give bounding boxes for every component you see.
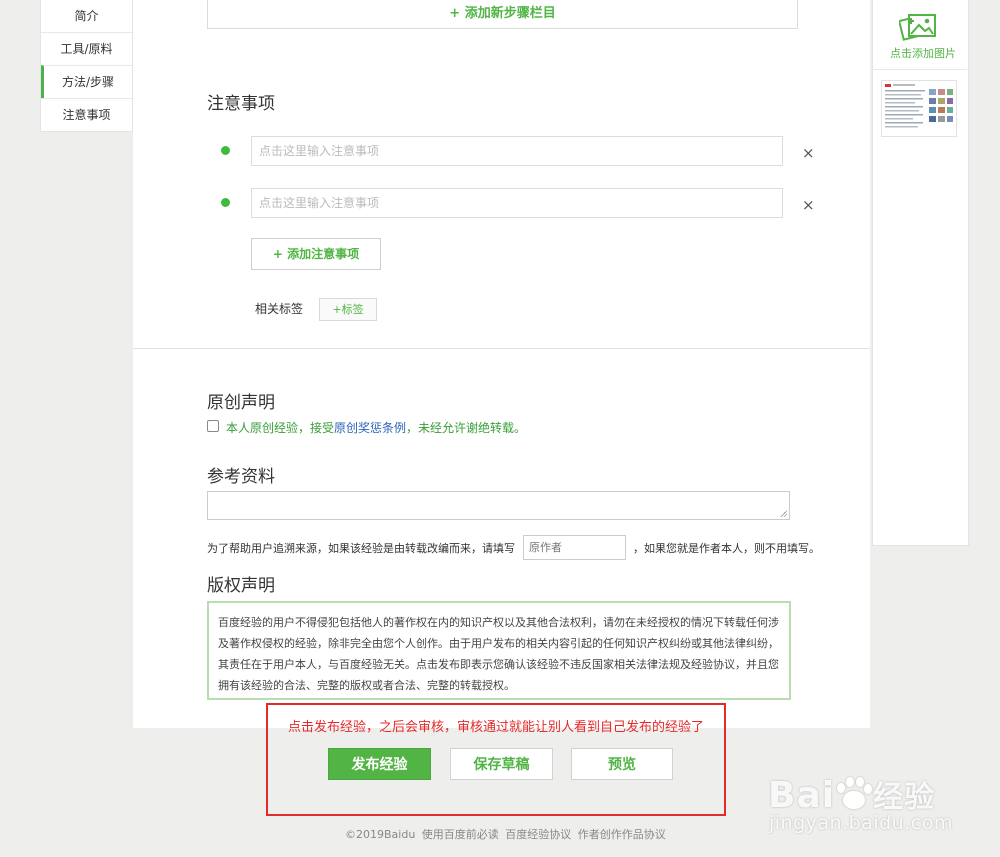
footer-link-author-agreement[interactable]: 作者创作作品协议 [578, 828, 666, 841]
image-thumbnail[interactable] [881, 80, 957, 137]
nav-item-tools[interactable]: 工具/原料 [41, 32, 132, 65]
note-input-2[interactable] [251, 188, 783, 218]
reference-hint-suffix: ，如果您就是作者本人，则不用填写。 [633, 542, 820, 555]
add-image-icon [899, 14, 936, 41]
watermark-bai: Bai [768, 775, 836, 816]
watermark-url: jingyan.baidu.com [769, 812, 953, 834]
original-text-before: 本人原创经验，接受 [226, 421, 335, 435]
preview-button[interactable]: 预览 [571, 748, 673, 780]
add-note-button[interactable]: + 添加注意事项 [251, 238, 381, 270]
save-draft-button[interactable]: 保存草稿 [450, 748, 553, 780]
footer: ©2019Baidu 使用百度前必读 百度经验协议 作者创作作品协议 [345, 826, 666, 842]
paw-icon [835, 777, 873, 811]
reference-textarea[interactable] [207, 491, 790, 520]
original-text-after: ，未经允许谢绝转载。 [406, 421, 527, 435]
original-checkbox[interactable] [207, 420, 219, 432]
tags-label: 相关标签 [255, 302, 304, 316]
bullet-dot-icon [221, 198, 230, 207]
reference-title: 参考资料 [207, 467, 275, 487]
left-nav: 简介 工具/原料 方法/步骤 注意事项 [40, 0, 133, 132]
annotation-note: 点击发布经验，之后会审核，审核通过就能让别人看到自己发布的经验了 [288, 720, 705, 735]
footer-link-must-read[interactable]: 使用百度前必读 [422, 828, 499, 841]
resize-grip-icon[interactable] [780, 510, 787, 517]
baidu-watermark-logo: Bai 经验 [768, 772, 935, 816]
publish-button[interactable]: 发布经验 [328, 748, 431, 780]
add-step-button[interactable]: + 添加新步骤栏目 [207, 0, 798, 29]
remove-note-1-icon[interactable]: × [802, 146, 815, 161]
remove-note-2-icon[interactable]: × [802, 198, 815, 213]
bullet-dot-icon [221, 146, 230, 155]
thumbnail-preview-icon [882, 81, 956, 136]
reward-rules-link[interactable]: 原创奖惩条例 [334, 421, 406, 435]
copyright-title: 版权声明 [207, 576, 275, 596]
nav-item-notes[interactable]: 注意事项 [41, 98, 132, 131]
watermark-jingyan: 经验 [873, 780, 936, 815]
note-input-1[interactable] [251, 136, 783, 166]
copyright-text: 百度经验的用户不得侵犯包括他人的著作权在内的知识产权以及其他合法权利，请勿在未经… [207, 601, 791, 700]
reference-hint: 为了帮助用户追溯来源，如果该经验是由转载改编而来，请填写 [207, 542, 515, 555]
nav-item-steps[interactable]: 方法/步骤 [41, 65, 132, 98]
notes-title: 注意事项 [207, 94, 275, 114]
original-title: 原创声明 [207, 393, 275, 413]
original-author-input[interactable] [523, 535, 626, 560]
footer-link-agreement[interactable]: 百度经验协议 [505, 828, 571, 841]
add-tag-button[interactable]: +标签 [319, 298, 377, 321]
section-divider [133, 348, 870, 349]
nav-item-intro[interactable]: 简介 [41, 0, 132, 32]
original-statement: 本人原创经验，接受原创奖惩条例，未经允许谢绝转载。 [226, 419, 526, 436]
add-image-label[interactable]: 点击添加图片 [890, 45, 956, 61]
footer-copyright: ©2019Baidu [345, 828, 416, 841]
